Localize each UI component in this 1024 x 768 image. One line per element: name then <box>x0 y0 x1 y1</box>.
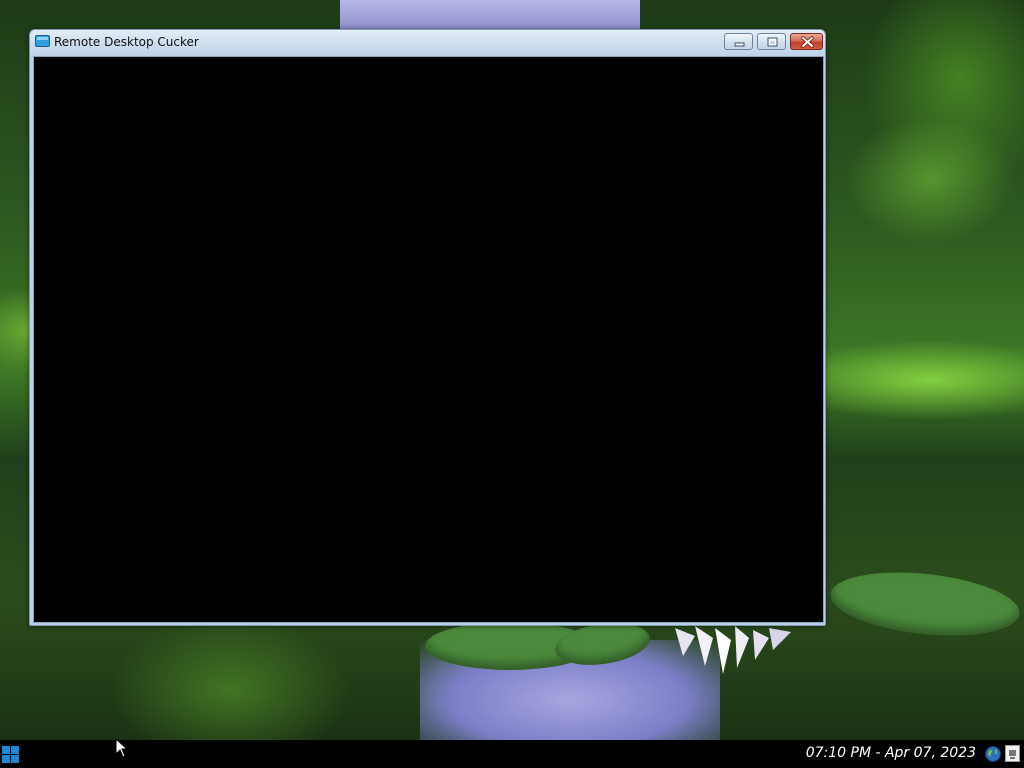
taskbar: 07:10 PM - Apr 07, 2023 <box>0 740 1024 768</box>
notification-icon[interactable] <box>1005 745 1020 762</box>
globe-icon[interactable] <box>985 746 1001 762</box>
mouse-cursor-icon <box>115 738 129 758</box>
maximize-button[interactable] <box>757 33 786 50</box>
taskbar-clock[interactable]: 07:10 PM - Apr 07, 2023 <box>806 745 976 761</box>
window-title-bar[interactable]: Remote Desktop Cucker <box>30 30 825 56</box>
minimize-button[interactable] <box>724 33 753 50</box>
close-icon <box>801 36 814 48</box>
remote-session-view[interactable] <box>33 56 824 623</box>
window-app-icon <box>35 35 50 47</box>
windows-logo-icon[interactable] <box>2 746 19 763</box>
minimize-icon <box>734 42 745 47</box>
wallpaper-lily-pad <box>827 564 1023 644</box>
maximize-icon <box>767 37 778 47</box>
wallpaper-sky <box>340 0 640 30</box>
desktop: Remote Desktop Cucker 07:10 PM - Apr 07,… <box>0 0 1024 768</box>
remote-desktop-window[interactable]: Remote Desktop Cucker <box>29 29 826 626</box>
close-button[interactable] <box>790 33 823 50</box>
wallpaper-water-lily <box>675 626 791 674</box>
window-title: Remote Desktop Cucker <box>54 35 199 49</box>
